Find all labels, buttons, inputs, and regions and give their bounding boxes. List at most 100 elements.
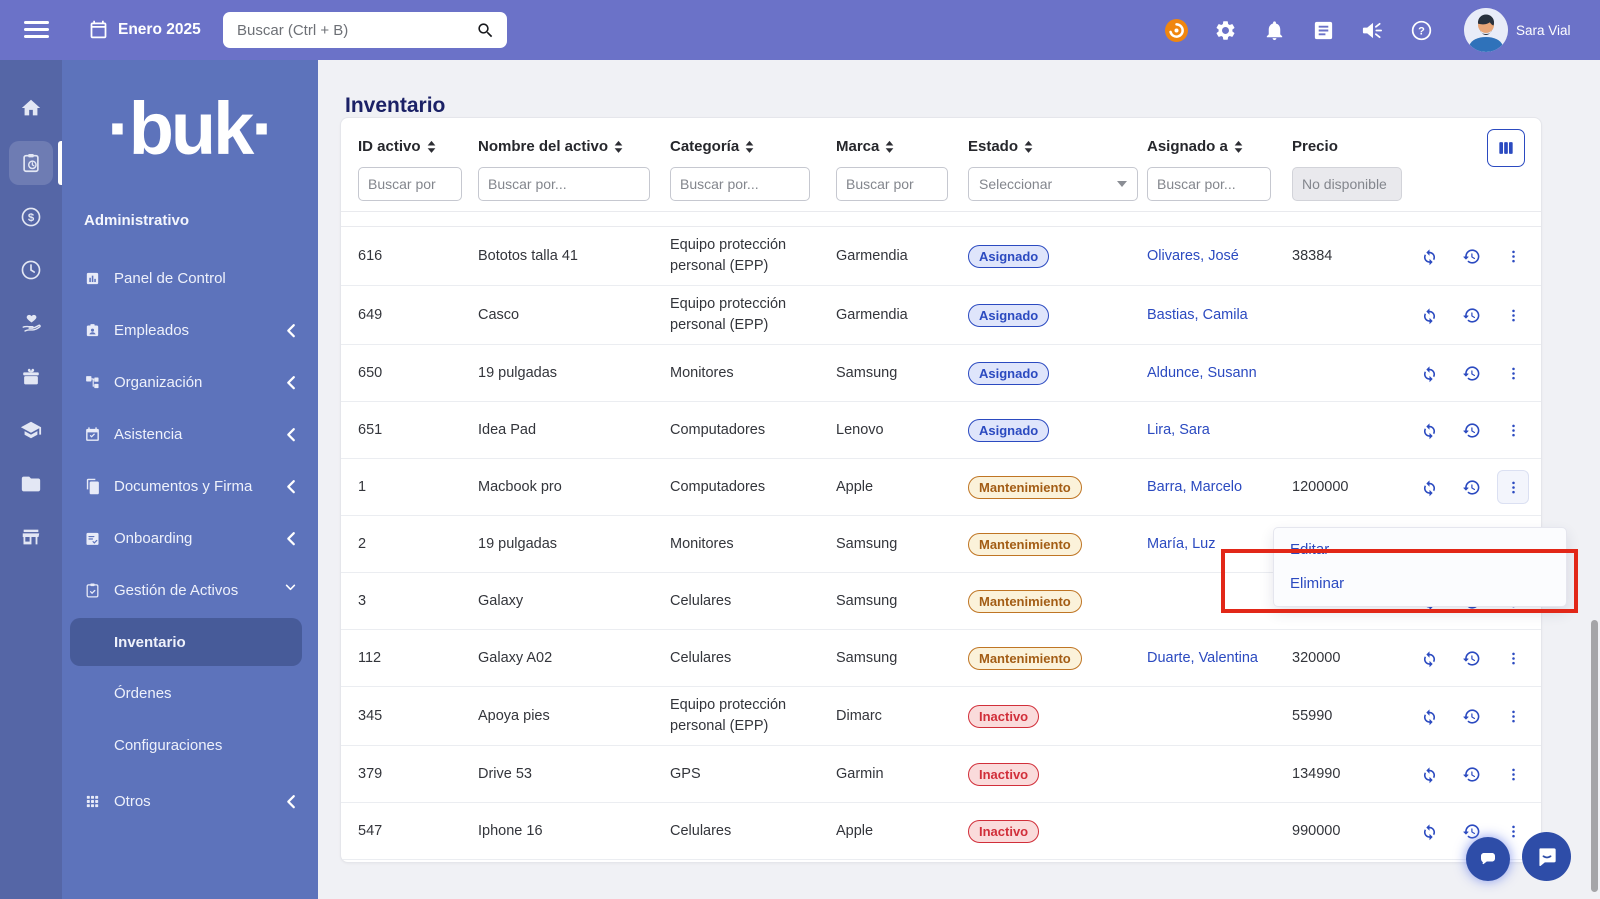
sync-button[interactable] xyxy=(1413,757,1445,791)
red-annotation-box xyxy=(1221,549,1578,613)
assigned-person-link[interactable]: Lira, Sara xyxy=(1147,422,1210,438)
assigned-person-link[interactable]: Olivares, José xyxy=(1147,248,1239,264)
column-settings-button[interactable] xyxy=(1487,129,1525,167)
kebab-menu-button[interactable] xyxy=(1497,641,1529,675)
sidebar-subitem-configuraciones[interactable]: Configuraciones xyxy=(70,721,302,769)
bell-icon[interactable] xyxy=(1263,19,1286,42)
rail-item-store[interactable] xyxy=(9,515,53,559)
sidebar-item-panel-de-control[interactable]: Panel de Control xyxy=(62,252,318,304)
kebab-menu-button[interactable] xyxy=(1497,239,1529,273)
calendar-icon[interactable] xyxy=(88,19,109,40)
table-row: 345Apoya piesEquipo protección personal … xyxy=(341,687,1541,746)
cell-nombre: Bototos talla 41 xyxy=(478,248,670,264)
inventory-table-card: ID activoNombre del activoCategoríaMarca… xyxy=(340,117,1542,863)
period-selector[interactable]: Enero 2025 xyxy=(118,21,201,39)
cell-actions xyxy=(1410,757,1541,791)
cell-estado: Inactivo xyxy=(968,820,1147,843)
filter-input-asignado-a[interactable] xyxy=(1147,167,1271,201)
help-icon[interactable]: ? xyxy=(1410,19,1433,42)
rail-item-clock[interactable] xyxy=(9,248,53,292)
filter-cell xyxy=(836,167,968,201)
sidebar-item-asistencia[interactable]: Asistencia xyxy=(62,408,318,460)
history-button[interactable] xyxy=(1455,470,1487,504)
article-icon[interactable] xyxy=(1312,19,1335,42)
sync-button[interactable] xyxy=(1413,356,1445,390)
rail-item-graduation[interactable] xyxy=(9,408,53,452)
sync-button[interactable] xyxy=(1413,470,1445,504)
rail-item-home[interactable] xyxy=(9,86,53,130)
sidebar-subitem-ordenes[interactable]: Órdenes xyxy=(70,669,302,717)
sync-button[interactable] xyxy=(1413,641,1445,675)
cell-asignado: Olivares, José xyxy=(1147,248,1292,264)
filter-input-nombre-del-activo[interactable] xyxy=(478,167,650,201)
column-header-categoria[interactable]: Categoría xyxy=(670,138,836,155)
kebab-menu-button[interactable] xyxy=(1497,356,1529,390)
history-button[interactable] xyxy=(1455,356,1487,390)
kebab-menu-button[interactable] xyxy=(1497,757,1529,791)
sync-button[interactable] xyxy=(1413,814,1445,848)
assigned-person-link[interactable]: Barra, Marcelo xyxy=(1147,479,1242,495)
assigned-person-link[interactable]: María, Luz xyxy=(1147,536,1216,552)
sidebar-subitem-inventario[interactable]: Inventario xyxy=(70,618,302,666)
assigned-person-link[interactable]: Duarte, Valentina xyxy=(1147,650,1258,666)
kebab-menu-button[interactable] xyxy=(1497,298,1529,332)
rail-item-dollar[interactable]: $ xyxy=(9,195,53,239)
column-header-marca[interactable]: Marca xyxy=(836,138,968,155)
megaphone-icon[interactable] xyxy=(1361,19,1384,42)
assigned-person-link[interactable]: Bastias, Camila xyxy=(1147,307,1248,323)
rail-item-hand-heart[interactable] xyxy=(9,301,53,345)
sync-button[interactable] xyxy=(1413,298,1445,332)
kebab-menu-button[interactable] xyxy=(1497,699,1529,733)
cell-actions xyxy=(1410,699,1541,733)
user-name[interactable]: Sara Vial xyxy=(1516,23,1571,38)
hamburger-menu-icon[interactable] xyxy=(24,21,49,39)
column-header-estado[interactable]: Estado xyxy=(968,138,1147,155)
avatar[interactable] xyxy=(1464,8,1508,52)
cell-categoria: Celulares xyxy=(670,640,836,677)
sidebar-item-otros[interactable]: Otros xyxy=(62,775,318,827)
filter-input-id-activo[interactable] xyxy=(358,167,462,201)
badge-icon xyxy=(84,322,101,339)
history-button[interactable] xyxy=(1455,298,1487,332)
chat-bubble-button[interactable] xyxy=(1466,837,1510,881)
filter-input-categoria[interactable] xyxy=(670,167,810,201)
history-button[interactable] xyxy=(1455,239,1487,273)
history-button[interactable] xyxy=(1455,641,1487,675)
kebab-menu-button[interactable] xyxy=(1497,470,1529,504)
cell-precio: 134990 xyxy=(1292,766,1410,782)
search-input[interactable] xyxy=(235,21,476,40)
rail-item-folder[interactable] xyxy=(9,462,53,506)
history-button[interactable] xyxy=(1455,699,1487,733)
history-button[interactable] xyxy=(1455,413,1487,447)
sidebar-item-onboarding[interactable]: Onboarding xyxy=(62,512,318,564)
sync-button[interactable] xyxy=(1413,413,1445,447)
search-icon[interactable] xyxy=(476,21,495,40)
column-header-nombre-del-activo[interactable]: Nombre del activo xyxy=(478,138,670,155)
column-header-label: Marca xyxy=(836,138,879,155)
sidebar-item-empleados[interactable]: Empleados xyxy=(62,304,318,356)
rail-item-clipboard-clock[interactable] xyxy=(9,141,53,185)
vertical-scrollbar[interactable] xyxy=(1591,620,1598,892)
sync-button[interactable] xyxy=(1413,239,1445,273)
sidebar-item-documentos-y-firma[interactable]: Documentos y Firma xyxy=(62,460,318,512)
sidebar-item-gestion-de-activos[interactable]: Gestión de Activos xyxy=(62,564,318,616)
kebab-menu-button[interactable] xyxy=(1497,413,1529,447)
rail-item-gift[interactable] xyxy=(9,355,53,399)
history-button[interactable] xyxy=(1455,757,1487,791)
gear-icon[interactable] xyxy=(1214,19,1237,42)
cell-categoria: GPS xyxy=(670,756,836,793)
listcheck-icon xyxy=(84,530,101,547)
cell-id-activo: 3 xyxy=(358,593,478,609)
filter-select-estado[interactable]: Seleccionar xyxy=(968,167,1138,201)
assigned-person-link[interactable]: Aldunce, Susann xyxy=(1147,365,1257,381)
column-header-asignado-a[interactable]: Asignado a xyxy=(1147,138,1292,155)
buk-circle-icon[interactable] xyxy=(1165,19,1188,42)
status-badge: Mantenimiento xyxy=(968,647,1082,670)
sync-button[interactable] xyxy=(1413,699,1445,733)
filter-input-marca[interactable] xyxy=(836,167,948,201)
global-search[interactable] xyxy=(223,12,507,48)
support-chat-button[interactable] xyxy=(1522,832,1571,881)
sort-icon xyxy=(744,140,755,154)
sidebar-item-organizacion[interactable]: Organización xyxy=(62,356,318,408)
column-header-id-activo[interactable]: ID activo xyxy=(358,138,478,155)
